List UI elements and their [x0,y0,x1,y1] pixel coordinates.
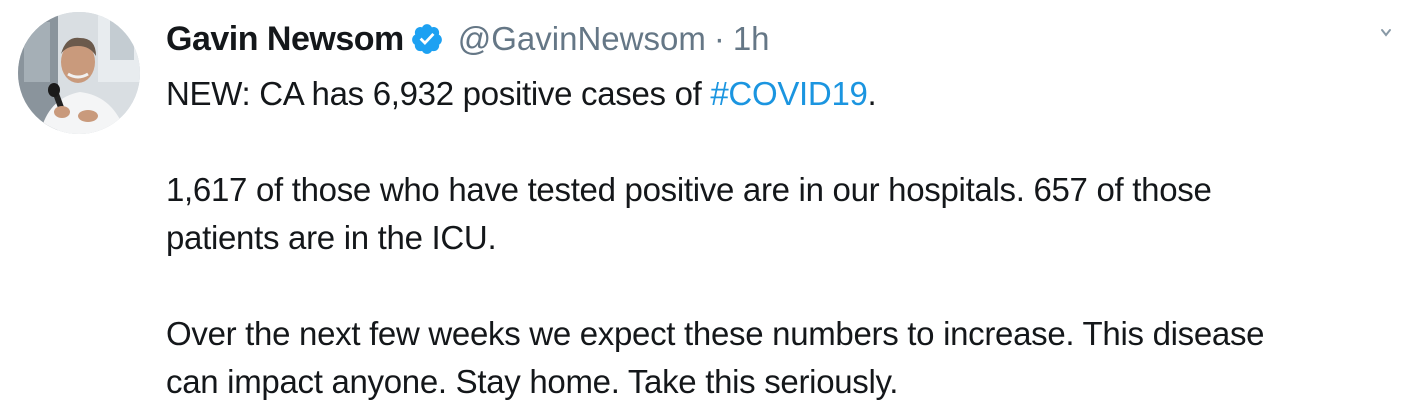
tweet[interactable]: Gavin Newsom @GavinNewsom · 1h NEW: CA h… [0,0,1410,418]
handle[interactable]: @GavinNewsom [458,20,706,58]
avatar-photo [18,12,140,134]
separator-dot: · [713,20,725,57]
tweet-paragraph-1: NEW: CA has 6,932 positive cases of #COV… [166,70,1376,118]
tweet-content: Gavin Newsom @GavinNewsom · 1h NEW: CA h… [166,14,1376,406]
avatar[interactable] [18,12,140,134]
tweet-text-line: can impact anyone. Stay home. Take this … [166,363,899,400]
tweet-text-segment: NEW: CA has 6,932 positive cases of [166,75,711,112]
tweet-paragraph-3: Over the next few weeks we expect these … [166,310,1376,406]
tweet-text-line: 1,617 of those who have tested positive … [166,171,1212,208]
timestamp[interactable]: 1h [733,20,770,58]
verified-badge-icon [410,22,444,56]
tweet-text-line: Over the next few weeks we expect these … [166,315,1265,352]
display-name[interactable]: Gavin Newsom [166,20,404,59]
chevron-down-icon[interactable] [1376,24,1396,44]
tweet-text: NEW: CA has 6,932 positive cases of #COV… [166,70,1376,406]
tweet-text-segment: . [867,75,877,112]
tweet-paragraph-2: 1,617 of those who have tested positive … [166,166,1376,262]
tweet-header: Gavin Newsom @GavinNewsom · 1h [166,14,1376,64]
hashtag-link[interactable]: #COVID19 [710,75,867,112]
tweet-text-line: patients are in the ICU. [166,219,497,256]
